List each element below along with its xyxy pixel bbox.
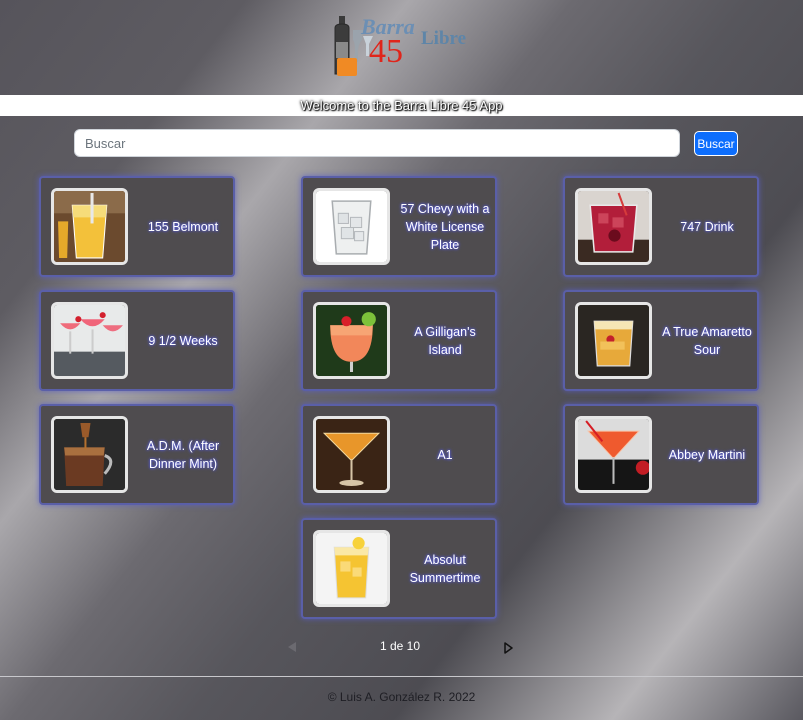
- drink-card[interactable]: Absolut Summertime: [301, 518, 497, 619]
- welcome-text: Welcome to the Barra Libre 45 App: [300, 98, 503, 113]
- drink-name: 155 Belmont: [147, 219, 219, 234]
- drink-thumbnail: [575, 188, 652, 265]
- footer-text: © Luis A. González R. 2022: [327, 690, 476, 704]
- drink-name: A1: [437, 447, 453, 462]
- drink-thumbnail: [313, 302, 390, 379]
- chevron-left-icon[interactable]: [288, 642, 296, 652]
- logo-text-side: Libre: [421, 28, 466, 49]
- drink-thumbnail: [313, 188, 390, 265]
- drink-card[interactable]: 57 Chevy with a White License Plate: [301, 176, 497, 277]
- header: Barra 45 Libre: [0, 0, 803, 94]
- drink-thumbnail: [575, 302, 652, 379]
- drink-card[interactable]: 155 Belmont: [39, 176, 235, 277]
- drink-card[interactable]: A1: [301, 404, 497, 505]
- drink-card[interactable]: 747 Drink: [563, 176, 759, 277]
- drink-name: Abbey Martini: [668, 447, 746, 462]
- drink-name: A True Amaretto Sour: [662, 324, 752, 357]
- drink-card[interactable]: A True Amaretto Sour: [563, 290, 759, 391]
- drink-card[interactable]: Abbey Martini: [563, 404, 759, 505]
- drink-name: Absolut Summertime: [409, 552, 481, 585]
- drink-thumbnail: [51, 416, 128, 493]
- drink-card[interactable]: A Gilligan's Island: [301, 290, 497, 391]
- drink-name: 57 Chevy with a White License Plate: [400, 201, 490, 252]
- footer-divider: [0, 676, 803, 677]
- search-button[interactable]: Buscar: [694, 131, 738, 156]
- drink-name: 747 Drink: [680, 219, 734, 234]
- drink-thumbnail: [51, 302, 128, 379]
- app-logo[interactable]: Barra 45 Libre: [325, 12, 485, 82]
- pagination: 1 de 10: [280, 637, 520, 659]
- drink-name: 9 1/2 Weeks: [148, 333, 218, 348]
- drink-thumbnail: [313, 416, 390, 493]
- drink-thumbnail: [575, 416, 652, 493]
- page-indicator: 1 de 10: [379, 639, 421, 653]
- drink-card[interactable]: 9 1/2 Weeks: [39, 290, 235, 391]
- drink-card[interactable]: A.D.M. (After Dinner Mint): [39, 404, 235, 505]
- search-input[interactable]: [74, 129, 680, 157]
- drink-thumbnail: [51, 188, 128, 265]
- drink-name: A Gilligan's Island: [414, 324, 476, 357]
- drink-name: A.D.M. (After Dinner Mint): [146, 438, 220, 471]
- drink-thumbnail: [313, 530, 390, 607]
- chevron-right-icon[interactable]: [504, 642, 513, 654]
- welcome-bar: Welcome to the Barra Libre 45 App: [0, 95, 803, 116]
- logo-number: 45: [369, 33, 403, 70]
